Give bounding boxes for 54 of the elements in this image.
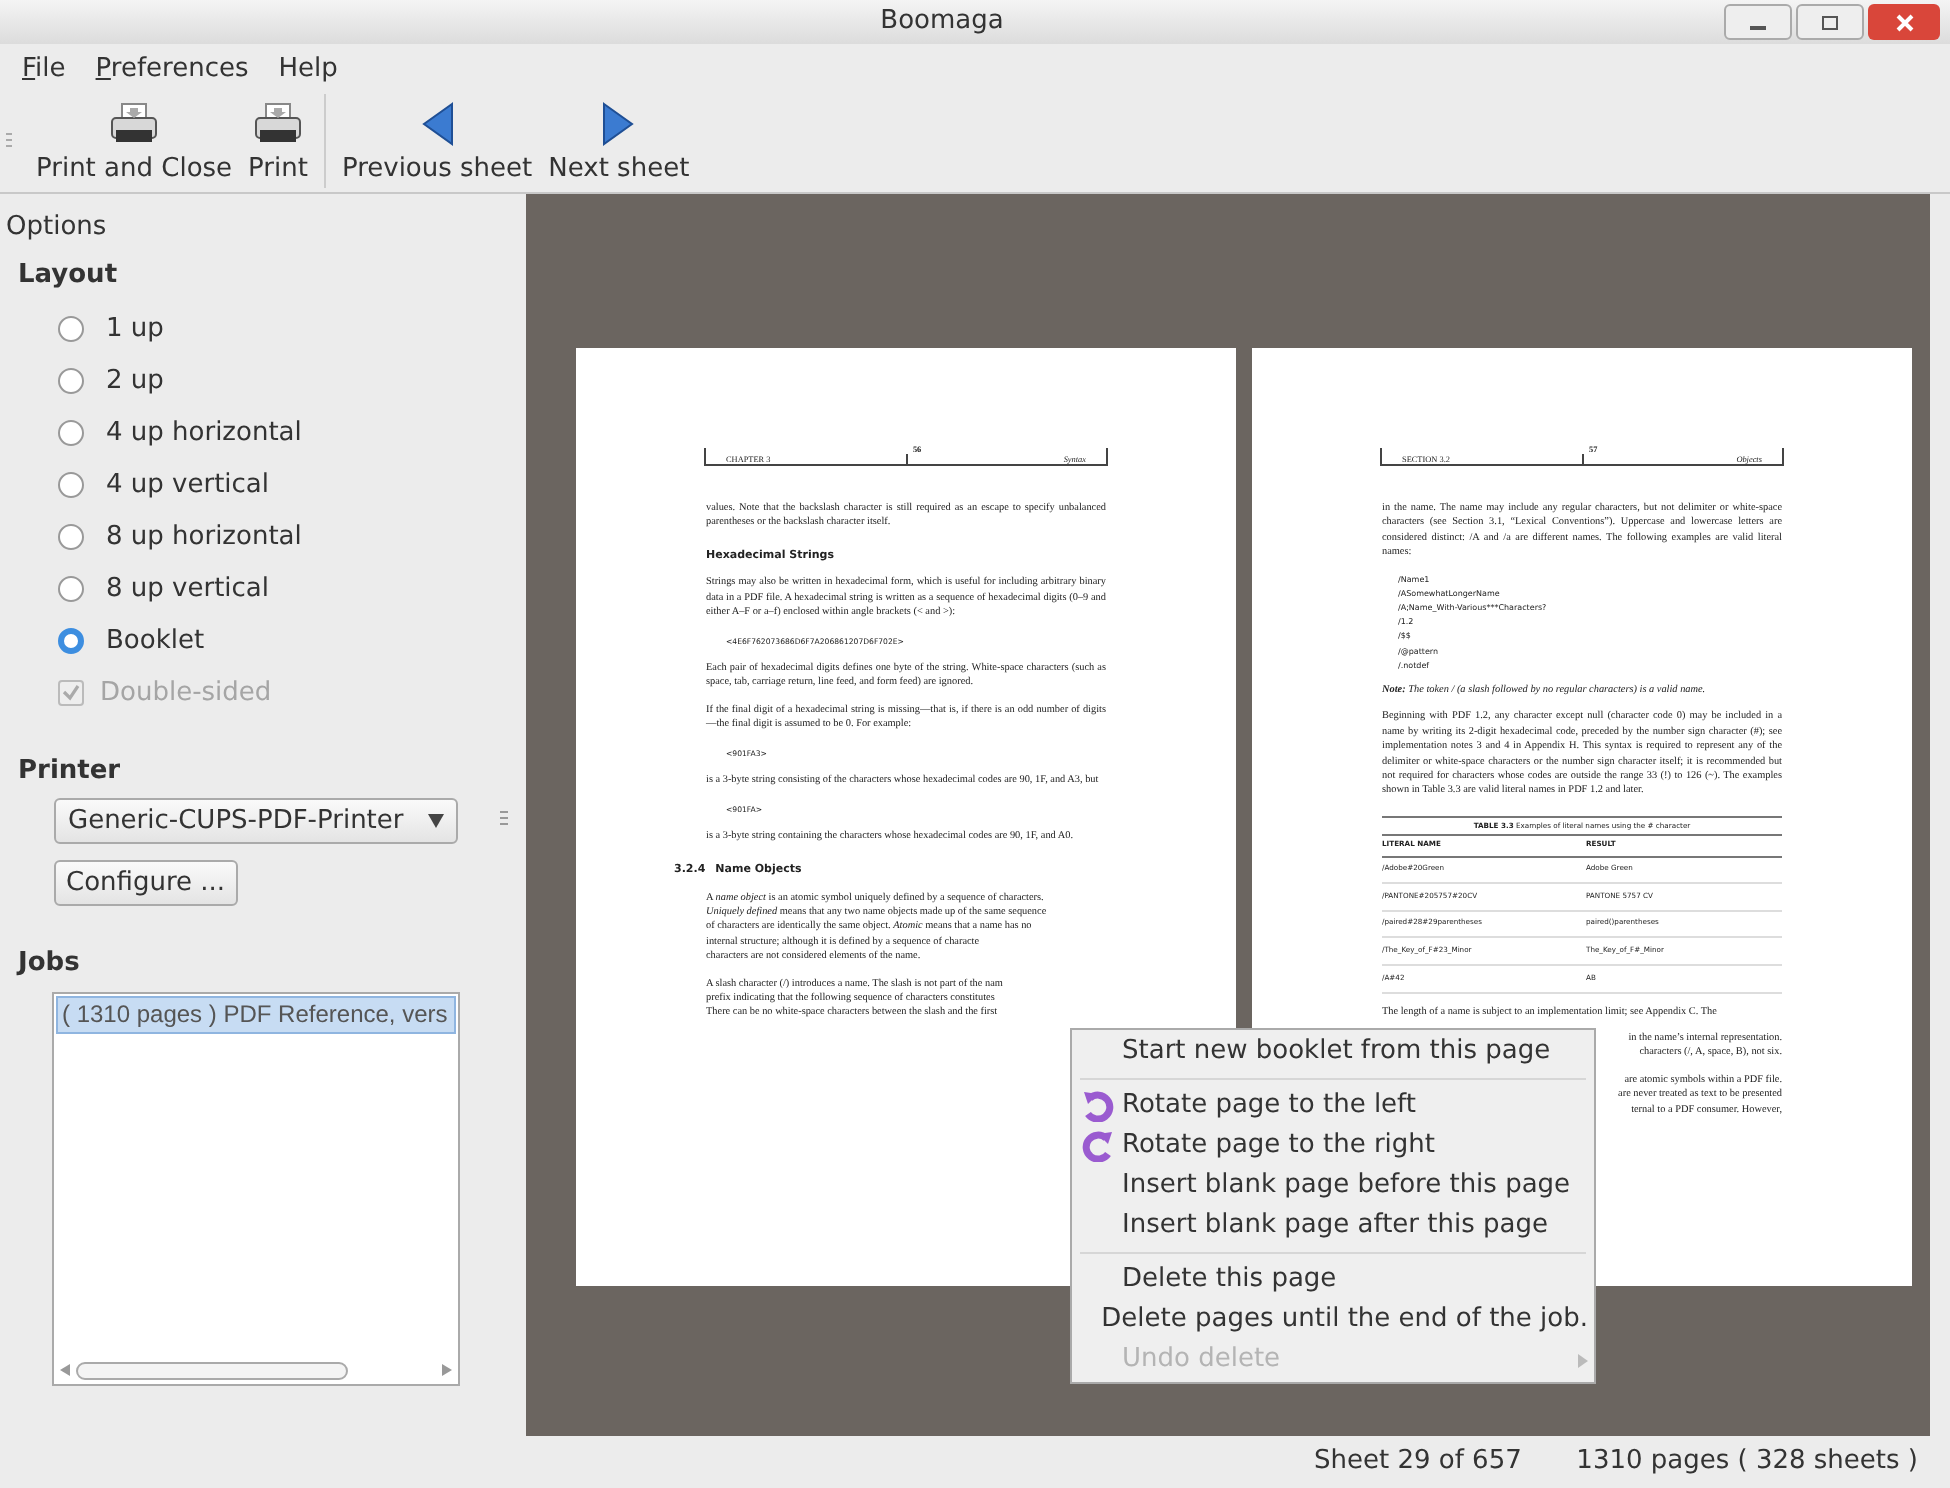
dropdown-arrow-icon [428, 813, 444, 829]
toolbar-button[interactable]: Print and Close [28, 94, 241, 188]
radio-button[interactable] [58, 576, 84, 602]
menu-item[interactable]: File [8, 50, 80, 90]
configure-button[interactable]: Configure ... [54, 860, 238, 906]
close-icon [1895, 13, 1913, 31]
sheet-counter: Sheet 29 of 657 [1314, 1444, 1522, 1481]
menu-item[interactable]: Delete this page [1072, 1260, 1594, 1300]
printer-dropdown[interactable]: Generic-CUPS-PDF-Printer [54, 798, 458, 844]
toolbar-button[interactable]: Print [240, 94, 316, 188]
printer-icon [254, 101, 302, 145]
radio-option[interactable]: 8 up horizontal [18, 511, 508, 563]
menu-item[interactable]: Help [264, 50, 352, 90]
radio-button[interactable] [58, 316, 84, 342]
minimize-button[interactable] [1724, 4, 1792, 40]
radio-option[interactable]: 4 up horizontal [18, 407, 508, 459]
rotate-right-icon [1082, 1130, 1114, 1162]
close-button[interactable] [1868, 4, 1940, 40]
section-label: Layout [18, 258, 120, 294]
toolbar-grip-icon[interactable] [4, 131, 16, 151]
scroll-right-icon[interactable] [440, 1364, 452, 1376]
toolbar-button[interactable]: Previous sheet [333, 94, 541, 188]
menu-item[interactable]: Rotate page to the left [1072, 1086, 1594, 1126]
menu-item[interactable]: Delete pages until the end of the job. [1072, 1300, 1594, 1340]
radio-button[interactable] [58, 524, 84, 550]
section-label: Printer [18, 753, 123, 789]
left-triangle-icon [421, 101, 454, 145]
radio-option[interactable]: 1 up [18, 303, 508, 355]
menu-item[interactable]: Preferences [81, 50, 263, 90]
menu-item[interactable]: Insert blank page before this page [1072, 1166, 1594, 1206]
job-item[interactable]: ( 1310 pages ) PDF Reference, vers [56, 995, 456, 1033]
window-title: Boomaga [878, 4, 1006, 41]
rotate-left-icon [1082, 1090, 1114, 1122]
menu-item[interactable]: Insert blank page after this page [1072, 1206, 1594, 1246]
page-count: 1310 pages ( 328 sheets ) [1576, 1444, 1918, 1481]
radio-button[interactable] [58, 628, 84, 654]
radio-option[interactable]: 2 up [18, 355, 508, 407]
submenu-arrow-icon [1578, 1353, 1588, 1367]
radio-button[interactable] [58, 420, 84, 446]
horizontal-scrollbar[interactable] [56, 1359, 456, 1381]
scroll-left-icon[interactable] [60, 1364, 72, 1376]
section-label: Jobs [18, 946, 82, 982]
radio-option[interactable]: 8 up vertical [18, 563, 508, 615]
menu-item[interactable]: Rotate page to the right [1072, 1126, 1594, 1166]
radio-option[interactable]: 4 up vertical [18, 459, 508, 511]
right-triangle-icon [602, 101, 635, 145]
menu-item[interactable]: Start new booklet from this page [1072, 1032, 1594, 1072]
panel-title: Options [4, 210, 109, 246]
radio-button[interactable] [58, 368, 84, 394]
printer-icon [110, 101, 159, 145]
maximize-button[interactable] [1796, 4, 1864, 40]
toolbar-button[interactable]: Next sheet [540, 94, 698, 188]
radio-option[interactable]: Booklet [18, 615, 508, 667]
radio-button[interactable] [58, 472, 84, 498]
